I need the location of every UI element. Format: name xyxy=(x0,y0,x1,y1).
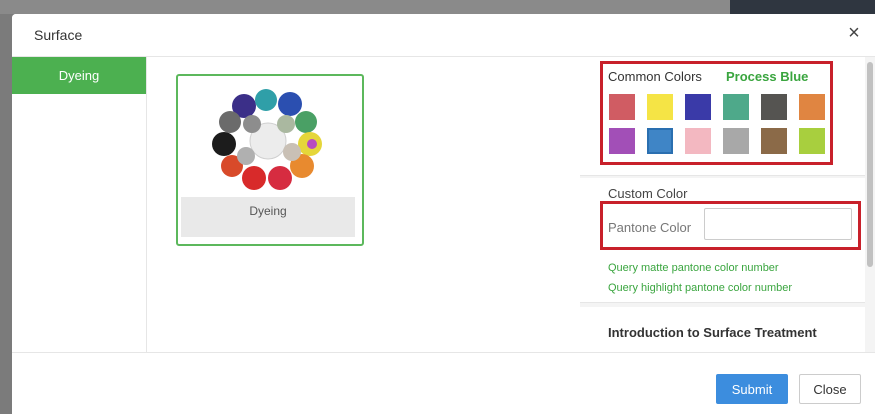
query-matte-link[interactable]: Query matte pantone color number xyxy=(608,262,779,274)
tab-list: Dyeing xyxy=(12,57,147,352)
surface-option-card[interactable]: Dyeing xyxy=(176,74,364,246)
modal-header: Surface × xyxy=(12,14,875,57)
intro-title: Introduction to Surface Treatment xyxy=(608,325,817,340)
color-swatch[interactable] xyxy=(685,94,711,120)
intro-section: Introduction to Surface Treatment xyxy=(580,307,865,352)
modal-footer: Submit Close xyxy=(12,352,875,414)
pantone-color-label: Pantone Color xyxy=(608,220,692,235)
dyed-parts-image xyxy=(212,89,322,190)
custom-color-section: Custom Color Pantone Color Query matte p… xyxy=(580,178,865,303)
color-swatch[interactable] xyxy=(647,94,673,120)
preview-area: Dyeing xyxy=(160,57,581,352)
color-swatch[interactable] xyxy=(799,94,825,120)
selected-color-name: Process Blue xyxy=(726,69,809,84)
color-swatch[interactable] xyxy=(761,128,787,154)
color-swatch[interactable] xyxy=(761,94,787,120)
card-label: Dyeing xyxy=(181,197,355,237)
color-swatch[interactable] xyxy=(647,128,673,154)
query-highlight-link[interactable]: Query highlight pantone color number xyxy=(608,282,792,294)
surface-modal: Surface × Dyeing Dyeing Common Colors Pr… xyxy=(12,14,875,414)
common-colors-section: Common Colors Process Blue xyxy=(580,57,865,176)
close-button[interactable]: Close xyxy=(799,374,861,404)
submit-button[interactable]: Submit xyxy=(716,374,788,404)
color-swatch[interactable] xyxy=(723,94,749,120)
custom-color-title: Custom Color xyxy=(608,186,688,201)
color-swatch[interactable] xyxy=(723,128,749,154)
backdrop-bar xyxy=(0,0,730,14)
color-swatch[interactable] xyxy=(609,128,635,154)
common-colors-label: Common Colors xyxy=(608,69,702,84)
backdrop-header xyxy=(730,0,875,14)
color-swatch[interactable] xyxy=(609,94,635,120)
color-swatch[interactable] xyxy=(685,128,711,154)
color-swatch[interactable] xyxy=(799,128,825,154)
close-icon[interactable]: × xyxy=(845,23,863,43)
pantone-color-input[interactable] xyxy=(704,208,852,240)
color-panel: Common Colors Process Blue Custom Color … xyxy=(580,57,865,352)
tab-dyeing[interactable]: Dyeing xyxy=(12,57,146,94)
modal-title: Surface xyxy=(34,27,83,43)
scrollbar-thumb[interactable] xyxy=(867,62,873,267)
